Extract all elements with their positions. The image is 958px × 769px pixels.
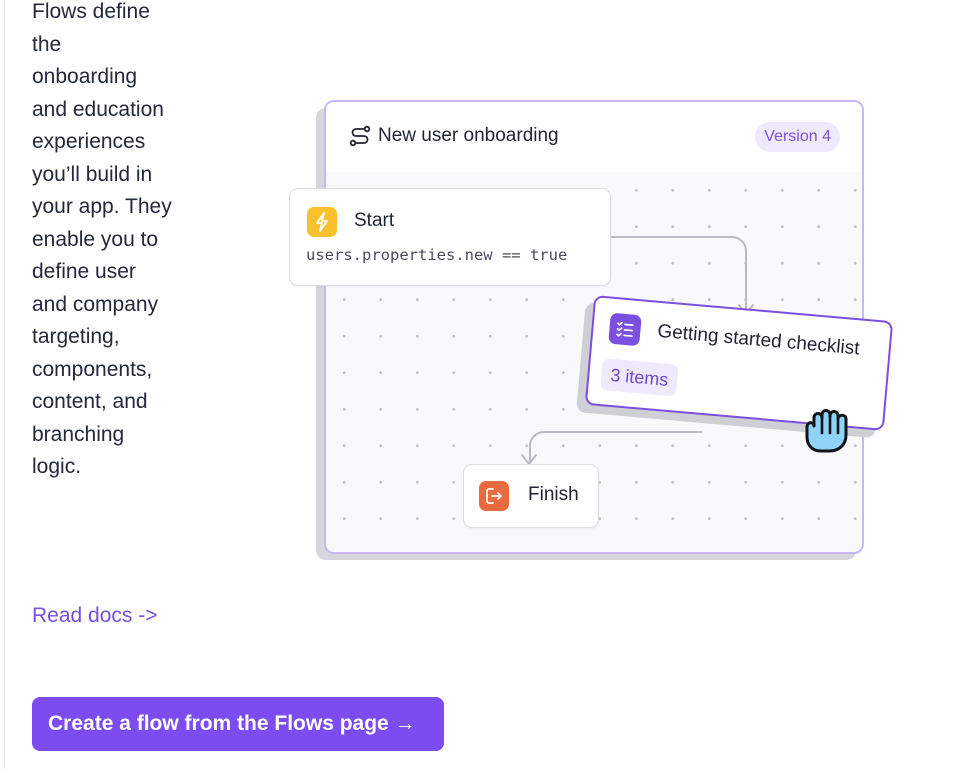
lightning-icon [307,207,337,237]
finish-node-label: Finish [528,484,579,505]
start-condition: users.properties.new == true [306,246,568,264]
read-docs-link[interactable]: Read docs -> [32,600,162,633]
grab-hand-icon [805,409,848,453]
checklist-node-label: Getting started checklist [656,320,861,360]
items-count-badge: 3 items [600,358,679,397]
flow-header: New user onboarding Version 4 [326,102,862,173]
left-divider [4,0,5,769]
flows-section: Flows define the onboarding and educatio… [0,0,958,769]
create-flow-button[interactable]: Create a flow from the Flows page → [32,697,444,751]
finish-node[interactable]: Finish [463,464,599,528]
checklist-icon [608,312,642,347]
exit-icon [479,481,509,511]
start-node[interactable]: Start users.properties.new == true [289,188,611,286]
start-node-label: Start [354,210,395,231]
flows-description: Flows define the onboarding and educatio… [32,0,172,478]
version-badge: Version 4 [755,122,840,152]
flow-title: New user onboarding [378,125,559,146]
flow-route-icon [349,125,371,147]
